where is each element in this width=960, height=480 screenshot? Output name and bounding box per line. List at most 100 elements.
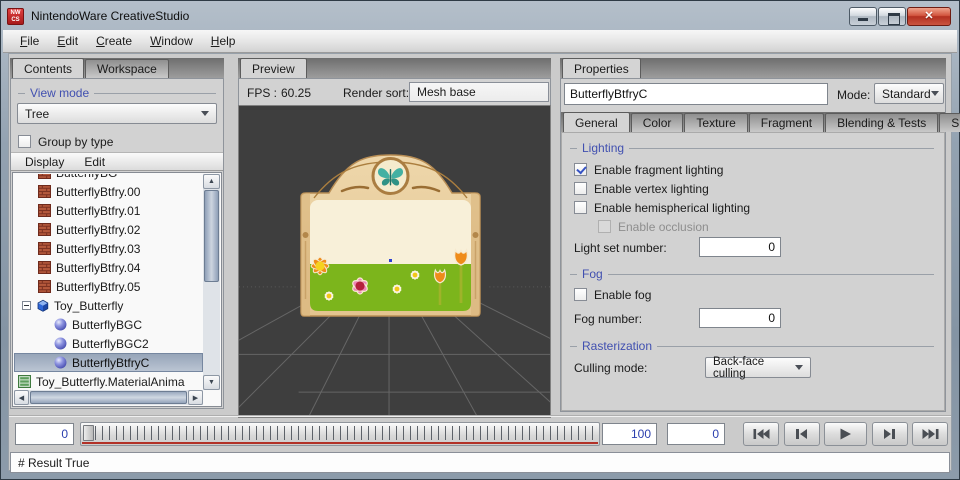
window-title: NintendoWare CreativeStudio: [31, 9, 189, 23]
frame-start-input[interactable]: [15, 423, 74, 445]
timeline-slider[interactable]: [80, 422, 600, 446]
tree-item-toy-butterfly-materialanima[interactable]: Toy_Butterfly.MaterialAnima: [14, 372, 203, 390]
property-tab-shaders[interactable]: Shaders: [939, 113, 960, 132]
vertical-scroll-thumb[interactable]: [204, 190, 219, 282]
light-set-number-label: Light set number:: [574, 241, 667, 255]
culling-mode-dropdown[interactable]: Back-face culling: [705, 357, 811, 378]
divider: [9, 415, 951, 416]
scroll-left-icon[interactable]: ◀: [14, 390, 29, 405]
contents-tab-contents[interactable]: Contents: [12, 58, 84, 78]
tree-item-label: ButterflyBtfry.03: [56, 242, 140, 256]
tree-horizontal-scrollbar[interactable]: ◀ ▶: [14, 390, 203, 405]
fog-number-label: Fog number:: [574, 312, 642, 326]
tree-item-label: ButterflyBG: [56, 174, 117, 180]
step-forward-icon: [879, 428, 900, 440]
contents-tree: ButterflyBGButterflyBtfry.00ButterflyBtf…: [12, 172, 222, 407]
checkbox-icon[interactable]: [574, 163, 587, 176]
checkbox-icon[interactable]: [18, 135, 31, 148]
light-set-number-input[interactable]: [699, 237, 781, 257]
tree-item-butterflybtfry-02[interactable]: ButterflyBtfry.02: [14, 220, 203, 239]
tree-item-toy-butterfly[interactable]: Toy_Butterfly: [14, 296, 203, 315]
tree-menu-edit[interactable]: Edit: [76, 153, 113, 171]
property-tab-blending-tests[interactable]: Blending & Tests: [825, 113, 938, 132]
go-to-start-icon: [751, 428, 772, 440]
properties-tab-properties[interactable]: Properties: [562, 58, 641, 78]
current-frame-input[interactable]: [667, 423, 725, 445]
step-backward-button[interactable]: [784, 422, 820, 446]
tree-item-butterflybg[interactable]: ButterflyBG: [14, 174, 203, 182]
view-mode-group-title: View mode: [18, 86, 216, 100]
property-tab-color[interactable]: Color: [631, 113, 684, 132]
lighting-group-title: Lighting: [570, 141, 934, 155]
step-forward-button[interactable]: [872, 422, 908, 446]
fog-number-input[interactable]: [699, 308, 781, 328]
tree-item-label: Toy_Butterfly: [54, 299, 123, 313]
maximize-button[interactable]: [878, 7, 906, 26]
properties-tabstrip: Properties: [560, 58, 946, 78]
tree-item-butterflybtfryc[interactable]: ButterflyBtfryC: [14, 353, 203, 372]
tree-item-label: ButterflyBtfry.02: [56, 223, 140, 237]
property-tab-fragment[interactable]: Fragment: [749, 113, 824, 132]
tree-item-butterflybtfry-00[interactable]: ButterflyBtfry.00: [14, 182, 203, 201]
play-button[interactable]: [824, 422, 867, 446]
checkbox-icon[interactable]: [574, 288, 587, 301]
menu-file[interactable]: File: [11, 31, 48, 51]
close-button[interactable]: [907, 7, 951, 26]
tree-item-butterflybtfry-01[interactable]: ButterflyBtfry.01: [14, 201, 203, 220]
checkbox-icon[interactable]: [574, 201, 587, 214]
render-sort-field[interactable]: Mesh base: [409, 82, 549, 102]
checkbox-icon: [598, 220, 611, 233]
fog-group-title: Fog: [570, 267, 934, 281]
go-to-end-button[interactable]: [912, 422, 948, 446]
scroll-right-icon[interactable]: ▶: [188, 390, 203, 405]
tree-item-butterflybgc[interactable]: ButterflyBGC: [14, 315, 203, 334]
group-by-type-checkbox[interactable]: Group by type: [18, 132, 113, 151]
app-logo-icon: NWCS: [7, 8, 24, 25]
enable-fog-checkbox[interactable]: Enable fog: [574, 285, 651, 304]
material-name-field[interactable]: [564, 83, 828, 105]
material-anim-icon: [18, 375, 31, 388]
checkbox-icon[interactable]: [574, 182, 587, 195]
tree-item-butterflybtfry-03[interactable]: ButterflyBtfry.03: [14, 239, 203, 258]
tree-item-butterflybgc2[interactable]: ButterflyBGC2: [14, 334, 203, 353]
status-bar: # Result True: [10, 452, 950, 473]
tree-vertical-scrollbar[interactable]: ▲ ▼: [203, 174, 220, 390]
view-mode-dropdown[interactable]: Tree: [17, 103, 217, 124]
collapse-icon[interactable]: [22, 301, 31, 310]
fps-label: FPS :: [247, 86, 277, 100]
enable-vertex-lighting-checkbox[interactable]: Enable vertex lighting: [574, 179, 934, 198]
horizontal-scroll-thumb[interactable]: [30, 391, 187, 404]
chevron-down-icon: [795, 365, 803, 370]
preview-tabstrip: Preview: [238, 58, 551, 78]
tree-item-butterflybtfry-04[interactable]: ButterflyBtfry.04: [14, 258, 203, 277]
tree-item-label: ButterflyBGC2: [72, 337, 149, 351]
preview-viewport[interactable]: [238, 105, 551, 418]
menu-edit[interactable]: Edit: [48, 31, 87, 51]
tree-item-butterflybtfry-05[interactable]: ButterflyBtfry.05: [14, 277, 203, 296]
menu-create[interactable]: Create: [87, 31, 141, 51]
render-sort-label: Render sort:: [343, 86, 409, 100]
status-text: # Result True: [18, 456, 89, 470]
title-bar[interactable]: NWCS NintendoWare CreativeStudio: [2, 2, 958, 30]
slider-handle[interactable]: [83, 425, 94, 441]
frame-end-input[interactable]: [602, 423, 657, 445]
tree-item-label: ButterflyBGC: [72, 318, 142, 332]
menu-help[interactable]: Help: [202, 31, 245, 51]
go-to-start-button[interactable]: [743, 422, 779, 446]
preview-tab-preview[interactable]: Preview: [240, 58, 307, 78]
tree-menu-display[interactable]: Display: [17, 153, 72, 171]
enable-fragment-lighting-checkbox[interactable]: Enable fragment lighting: [574, 160, 934, 179]
wooden-sign-model: [294, 151, 487, 317]
menu-window[interactable]: Window: [141, 31, 202, 51]
property-tab-texture[interactable]: Texture: [684, 113, 747, 132]
mode-dropdown[interactable]: Standard: [874, 83, 944, 104]
scroll-down-icon[interactable]: ▼: [203, 375, 220, 390]
chevron-down-icon: [201, 111, 209, 116]
property-category-tabstrip: GeneralColorTextureFragmentBlending & Te…: [561, 112, 945, 132]
enable-hemispherical-lighting-checkbox[interactable]: Enable hemispherical lighting: [574, 198, 934, 217]
minimize-button[interactable]: [849, 7, 877, 26]
texture-icon: [38, 223, 51, 236]
contents-tab-workspace[interactable]: Workspace: [85, 59, 169, 78]
property-tab-general[interactable]: General: [563, 112, 630, 132]
scroll-up-icon[interactable]: ▲: [203, 174, 220, 189]
